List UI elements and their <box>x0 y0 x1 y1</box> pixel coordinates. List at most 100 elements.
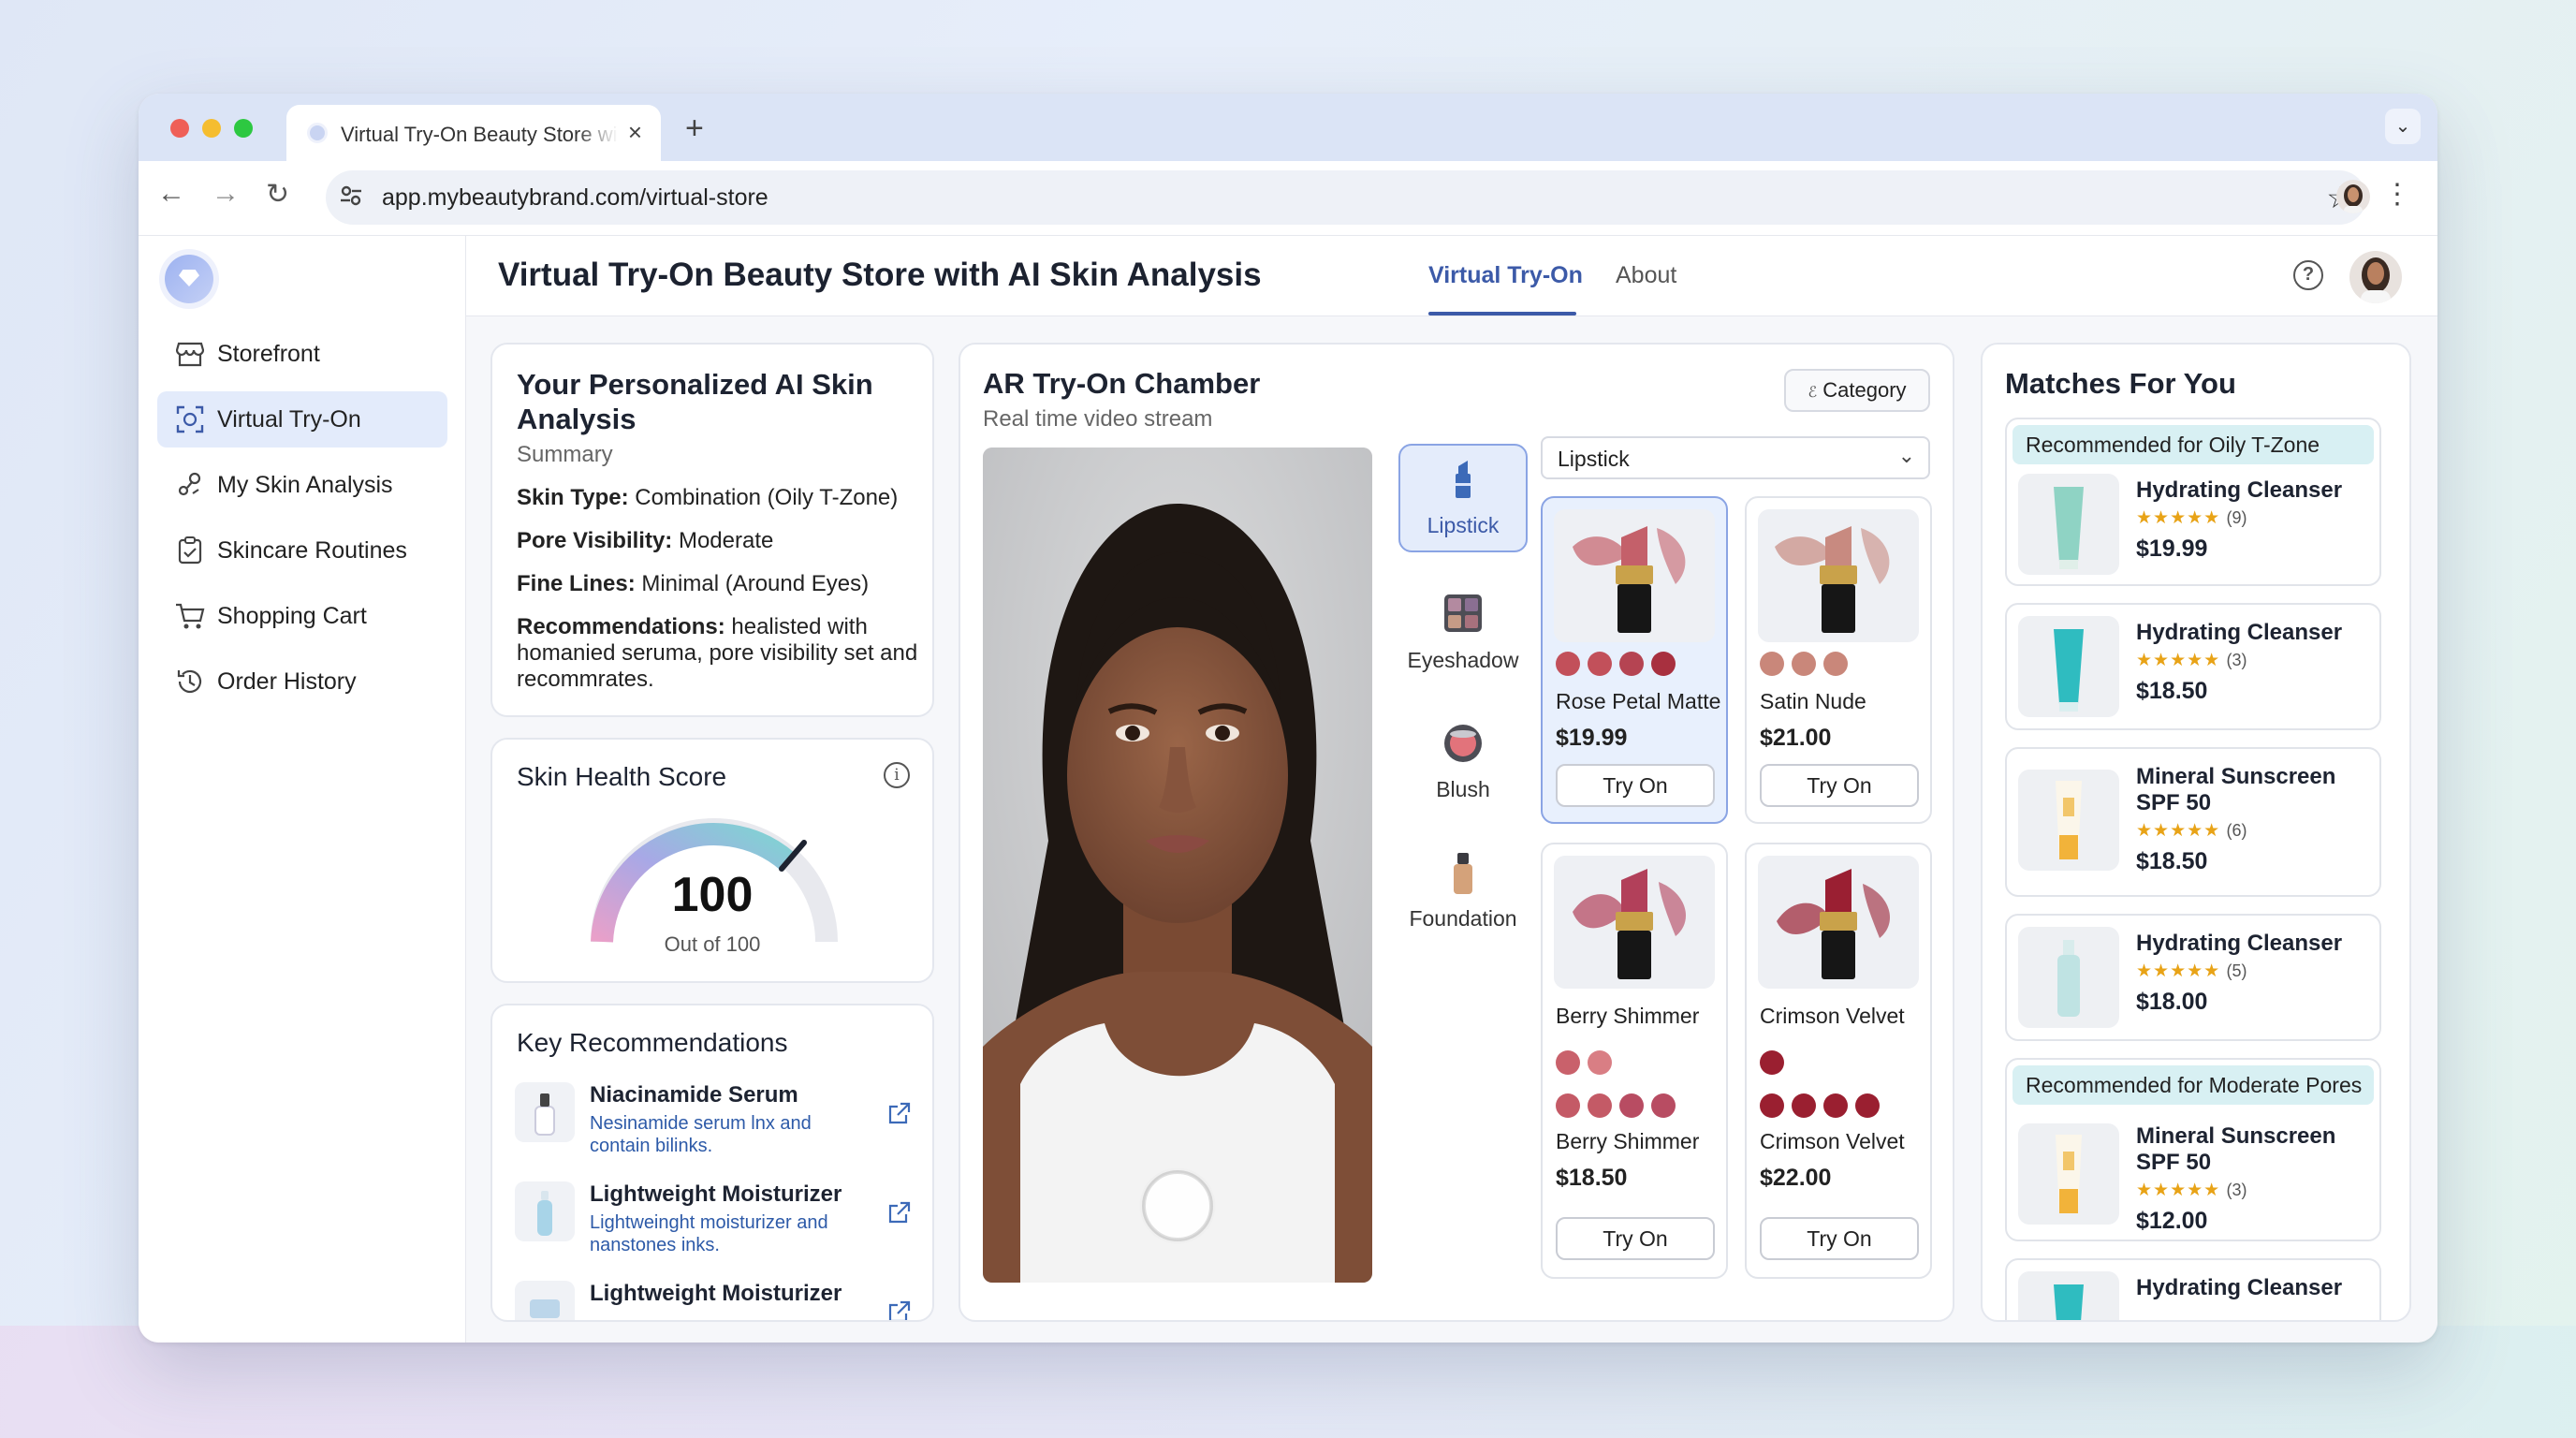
address-bar[interactable]: app.mybeautybrand.com/virtual-store ☆ <box>326 170 2366 225</box>
video-stream[interactable] <box>983 448 1372 1283</box>
swatch[interactable] <box>1619 652 1644 676</box>
close-window-button[interactable] <box>170 119 189 138</box>
key-recs-title: Key Recommendations <box>517 1028 788 1057</box>
sidebar-item-virtual-try-on[interactable]: Virtual Try-On <box>157 391 447 448</box>
match-item[interactable]: Hydrating Cleanser ★★★★★ (9) $19.99 <box>2007 468 2383 590</box>
try-on-button[interactable]: Try On <box>1760 1217 1919 1260</box>
active-tab-indicator <box>1428 312 1576 315</box>
tab-bar: Virtual Try-On Beauty Store with AI Skin… <box>139 94 2437 161</box>
swatch[interactable] <box>1823 1093 1848 1118</box>
list-item[interactable]: Lightweight Moisturizer <box>515 1281 911 1320</box>
rating-count: (6) <box>2226 821 2247 840</box>
match-group: Mineral Sunscreen SPF 50 ★★★★★ (6) $18.5… <box>2005 747 2381 897</box>
match-item[interactable]: Hydrating Cleanser ★★★★★ (5) $18.00 <box>2007 916 2383 1037</box>
product-name: Berry Shimmer <box>1556 1004 1700 1028</box>
swatch[interactable] <box>1588 652 1612 676</box>
shade-dropdown[interactable]: Lipstick ⌄ <box>1541 436 1930 479</box>
try-on-button[interactable]: Try On <box>1556 1217 1715 1260</box>
swatch[interactable] <box>1792 652 1816 676</box>
profile-avatar[interactable] <box>2336 180 2370 213</box>
forward-icon[interactable]: → <box>212 178 240 210</box>
external-link-icon[interactable] <box>887 1299 912 1320</box>
info-icon[interactable]: i <box>884 762 910 788</box>
swatch[interactable] <box>1588 1050 1612 1075</box>
chamber-subtitle: Real time video stream <box>983 406 1213 432</box>
row-value: Combination (Oily T-Zone) <box>635 485 899 510</box>
user-avatar[interactable] <box>2349 251 2402 303</box>
sidebar-item-shopping-cart[interactable]: Shopping Cart <box>157 588 447 644</box>
row-label: Recommendations: <box>517 614 725 639</box>
sidebar-item-order-history[interactable]: Order History <box>157 653 447 710</box>
category-lipstick[interactable]: Lipstick <box>1398 444 1528 552</box>
product-card[interactable]: Berry Shimmer Berry Shimmer $18.50 Try O… <box>1541 843 1728 1279</box>
swatch[interactable] <box>1792 1093 1816 1118</box>
sunscreen-tube-image <box>2018 1123 2119 1225</box>
back-icon[interactable]: ← <box>157 178 185 210</box>
product-card[interactable]: Rose Petal Matte $19.99 Try On <box>1541 496 1728 824</box>
tab-search-button[interactable]: ⌄ <box>2385 109 2421 144</box>
category-eyeshadow[interactable]: Eyeshadow <box>1398 580 1528 689</box>
sidebar-item-my-skin-analysis[interactable]: My Skin Analysis <box>157 457 447 513</box>
match-item[interactable]: Mineral Sunscreen SPF 50 ★★★★★ (3) $12.0… <box>2007 1108 2383 1234</box>
match-item[interactable]: Mineral Sunscreen SPF 50 ★★★★★ (6) $18.5… <box>2007 749 2383 874</box>
row-label: Fine Lines <box>517 571 628 596</box>
swatch[interactable] <box>1855 1093 1880 1118</box>
swatch[interactable] <box>1619 1093 1644 1118</box>
sidebar-item-storefront[interactable]: Storefront <box>157 326 447 382</box>
minimize-window-button[interactable] <box>202 119 221 138</box>
product-card[interactable]: Crimson Velvet Crimson Velvet $22.00 Try… <box>1745 843 1932 1279</box>
blush-compact-icon <box>1442 723 1484 769</box>
background-gradient <box>0 1326 2576 1438</box>
browser-tab[interactable]: Virtual Try-On Beauty Store with AI Skin… <box>286 105 661 161</box>
close-tab-icon[interactable]: × <box>628 118 642 147</box>
tab-virtual-try-on[interactable]: Virtual Try-On <box>1428 262 1583 289</box>
new-tab-button[interactable]: + <box>685 110 704 147</box>
category-blush[interactable]: Blush <box>1398 710 1528 818</box>
swatch[interactable] <box>1556 652 1580 676</box>
match-price: $18.00 <box>2136 989 2208 1015</box>
swatch[interactable] <box>1588 1093 1612 1118</box>
analysis-title: Your Personalized AI Skin Analysis <box>517 368 873 435</box>
try-on-button[interactable]: Try On <box>1556 764 1715 807</box>
external-link-icon[interactable] <box>887 1101 912 1130</box>
match-name: Mineral Sunscreen SPF 50 <box>2136 764 2336 815</box>
swatch[interactable] <box>1556 1050 1580 1075</box>
reload-icon[interactable]: ↻ <box>266 178 289 211</box>
swatch[interactable] <box>1760 1093 1784 1118</box>
category-button-label: Category <box>1822 378 1907 402</box>
category-icon: ℰ <box>1808 385 1818 401</box>
swatch[interactable] <box>1760 652 1784 676</box>
row-value: Minimal (Around Eyes) <box>641 571 870 596</box>
rec-desc: Lightweinght moisturizer and nanstones i… <box>590 1212 828 1255</box>
swatch[interactable] <box>1760 1050 1784 1075</box>
browser-menu-icon[interactable]: ⋮ <box>2383 178 2411 211</box>
match-name: Hydrating Cleanser <box>2136 931 2343 956</box>
tab-about[interactable]: About <box>1616 262 1676 289</box>
cleanser-tube-image <box>2018 616 2119 717</box>
product-name-secondary: Crimson Velvet <box>1760 1129 1905 1153</box>
category-foundation[interactable]: Foundation <box>1398 839 1528 947</box>
product-card[interactable]: Satin Nude $21.00 Try On <box>1745 496 1932 824</box>
matches-title: Matches For You <box>2005 367 2236 400</box>
match-group: Hydrating Cleanser ★★★★★ (3) $18.50 <box>2005 603 2381 730</box>
try-on-button[interactable]: Try On <box>1760 764 1919 807</box>
swatch[interactable] <box>1651 652 1676 676</box>
swatch[interactable] <box>1556 1093 1580 1118</box>
external-link-icon[interactable] <box>887 1200 912 1229</box>
swatch[interactable] <box>1823 652 1848 676</box>
cart-icon <box>174 601 206 631</box>
match-item[interactable]: Hydrating Cleanser <box>2007 1260 2383 1320</box>
match-name: Mineral Sunscreen SPF 50 <box>2136 1123 2336 1175</box>
help-icon[interactable]: ? <box>2293 260 2323 290</box>
rating-stars-icon: ★★★★★ (9) <box>2136 508 2247 528</box>
list-item[interactable]: Niacinamide Serum Nesinamide serum lnx a… <box>515 1082 911 1167</box>
brand-logo[interactable] <box>165 255 213 303</box>
list-item[interactable]: Lightweight Moisturizer Lightweinght moi… <box>515 1181 911 1266</box>
match-item[interactable]: Hydrating Cleanser ★★★★★ (3) $18.50 <box>2007 605 2383 726</box>
maximize-window-button[interactable] <box>234 119 253 138</box>
category-button[interactable]: ℰ Category <box>1784 369 1930 412</box>
capture-shutter-button[interactable] <box>1142 1170 1213 1241</box>
swatch[interactable] <box>1651 1093 1676 1118</box>
site-settings-icon[interactable] <box>339 183 363 214</box>
sidebar-item-skincare-routines[interactable]: Skincare Routines <box>157 522 447 579</box>
